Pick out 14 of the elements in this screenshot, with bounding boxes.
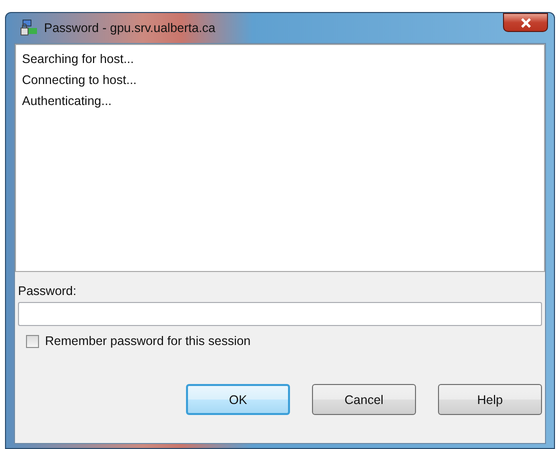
log-line: Authenticating... bbox=[22, 93, 113, 110]
dialog-button[interactable]: OK bbox=[186, 384, 290, 415]
window-title: Password - gpu.srv.ualberta.ca bbox=[44, 21, 216, 35]
dialog-button[interactable]: Help bbox=[438, 384, 542, 415]
close-button[interactable] bbox=[503, 13, 548, 32]
log-line: Searching for host... bbox=[22, 51, 135, 68]
password-label: Password: bbox=[18, 284, 78, 298]
password-field[interactable] bbox=[18, 302, 542, 326]
remember-label[interactable]: Remember password for this session bbox=[45, 334, 251, 348]
dialog-button[interactable]: Cancel bbox=[312, 384, 416, 415]
close-icon bbox=[520, 18, 532, 28]
lock-computer-icon bbox=[20, 19, 38, 37]
log-line: Connecting to host... bbox=[22, 72, 138, 89]
checkbox[interactable] bbox=[26, 334, 39, 348]
